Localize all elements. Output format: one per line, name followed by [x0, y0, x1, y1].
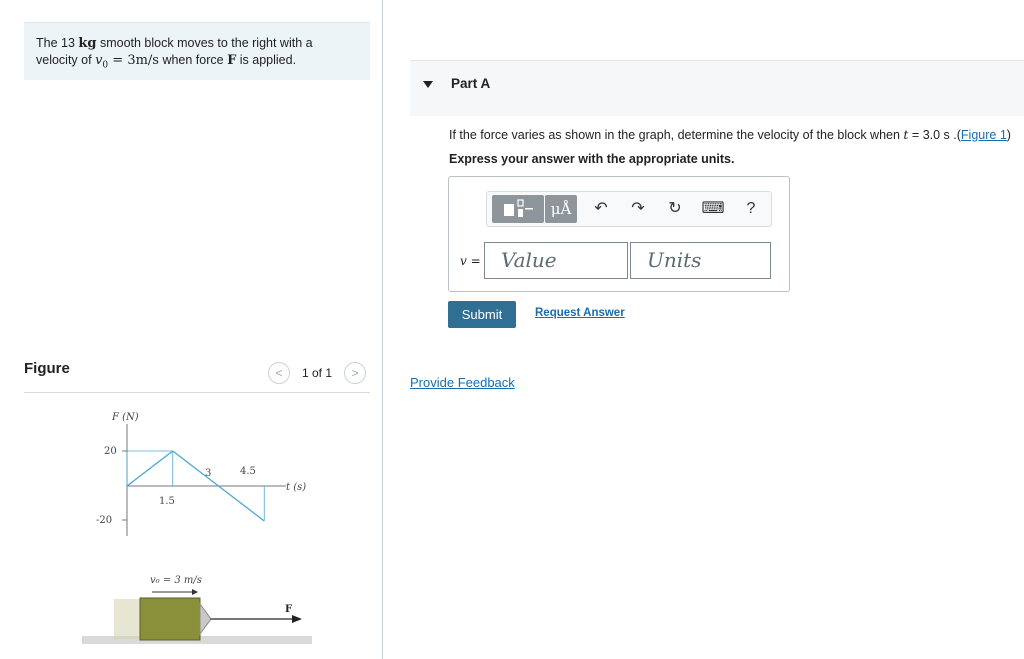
collapse-caret-icon[interactable]: [423, 81, 433, 88]
force-segment: [126, 450, 174, 487]
problem-line-2: velocity of v0 = 3m/s when force F is ap…: [36, 52, 358, 74]
templates-icon: [504, 199, 533, 217]
question-text: If the force varies as shown in the grap…: [449, 127, 1011, 142]
problem-text: The 13: [36, 36, 79, 50]
y-tick-label: 20: [104, 446, 117, 457]
figure-label: Figure: [24, 360, 70, 377]
figure-pager: < 1 of 1 >: [268, 362, 370, 384]
figure-link[interactable]: Figure 1: [961, 128, 1007, 142]
answer-var: v: [460, 254, 467, 268]
redo-icon[interactable]: ↷: [625, 195, 651, 223]
problem-text: smooth block moves to the right with a: [96, 36, 313, 50]
templates-button[interactable]: [492, 195, 544, 223]
v0-value: = 3m/s: [108, 53, 159, 68]
left-panel: The 13 kg smooth block moves to the righ…: [0, 0, 382, 659]
request-answer-link[interactable]: Request Answer: [535, 307, 625, 319]
y-axis-label: F (N): [111, 412, 139, 423]
problem-text: is applied.: [236, 53, 297, 67]
force-segment: [218, 485, 265, 522]
question-pre: If the force varies as shown in the grap…: [449, 128, 904, 142]
answer-variable-label: v =: [460, 254, 481, 268]
block: [139, 597, 201, 641]
y-tick-label: -20: [96, 515, 112, 526]
pager-text: 1 of 1: [302, 366, 333, 380]
mass-unit: kg: [78, 36, 97, 51]
provide-feedback-link[interactable]: Provide Feedback: [410, 375, 515, 390]
answer-eq: =: [466, 254, 481, 268]
problem-text: when force: [158, 53, 228, 67]
problem-line-1: The 13 kg smooth block moves to the righ…: [36, 35, 358, 52]
velocity-caption: v₀ = 3 m/s: [150, 575, 202, 586]
force-label: F: [285, 604, 292, 615]
block-attachment: [199, 602, 212, 636]
keyboard-icon[interactable]: ⌨: [700, 195, 726, 223]
x-tick-label: 4.5: [240, 466, 256, 477]
prev-figure-button[interactable]: <: [268, 362, 290, 384]
value-input[interactable]: Value: [484, 242, 628, 279]
x-axis-label: t (s): [286, 482, 306, 493]
right-panel: Part A If the force varies as shown in t…: [383, 0, 1024, 659]
answer-box: μÅ ↶ ↷ ↻ ⌨ ? v = Value Units: [448, 176, 790, 292]
part-a-header[interactable]: Part A: [410, 60, 1024, 116]
units-input[interactable]: Units: [630, 242, 771, 279]
motion-blur: [114, 599, 140, 639]
problem-text: velocity of: [36, 53, 96, 67]
velocity-arrow-head: [192, 589, 198, 595]
undo-icon[interactable]: ↶: [588, 195, 614, 223]
force-arrow-head: [292, 615, 302, 623]
force-symbol: F: [227, 53, 237, 68]
question-end: ): [1006, 128, 1011, 142]
reset-icon[interactable]: ↻: [662, 195, 688, 223]
help-icon[interactable]: ?: [738, 195, 764, 223]
question-post: = 3.0 s .(: [908, 128, 961, 142]
part-title: Part A: [451, 76, 491, 91]
figure-image: F (N) 20 -20 1.5 3 4.5 t (s) v₀ = 3 m/s …: [82, 412, 312, 644]
answer-instructions: Express your answer with the appropriate…: [449, 152, 735, 166]
x-tick-label: 1.5: [159, 496, 175, 507]
force-segment: [172, 450, 219, 487]
submit-button[interactable]: Submit: [448, 301, 516, 328]
next-figure-button[interactable]: >: [344, 362, 366, 384]
math-toolbar: μÅ ↶ ↷ ↻ ⌨ ?: [486, 191, 772, 227]
figure-divider: [24, 392, 370, 393]
problem-statement: The 13 kg smooth block moves to the righ…: [24, 22, 370, 80]
units-symbol-button[interactable]: μÅ: [545, 195, 577, 223]
